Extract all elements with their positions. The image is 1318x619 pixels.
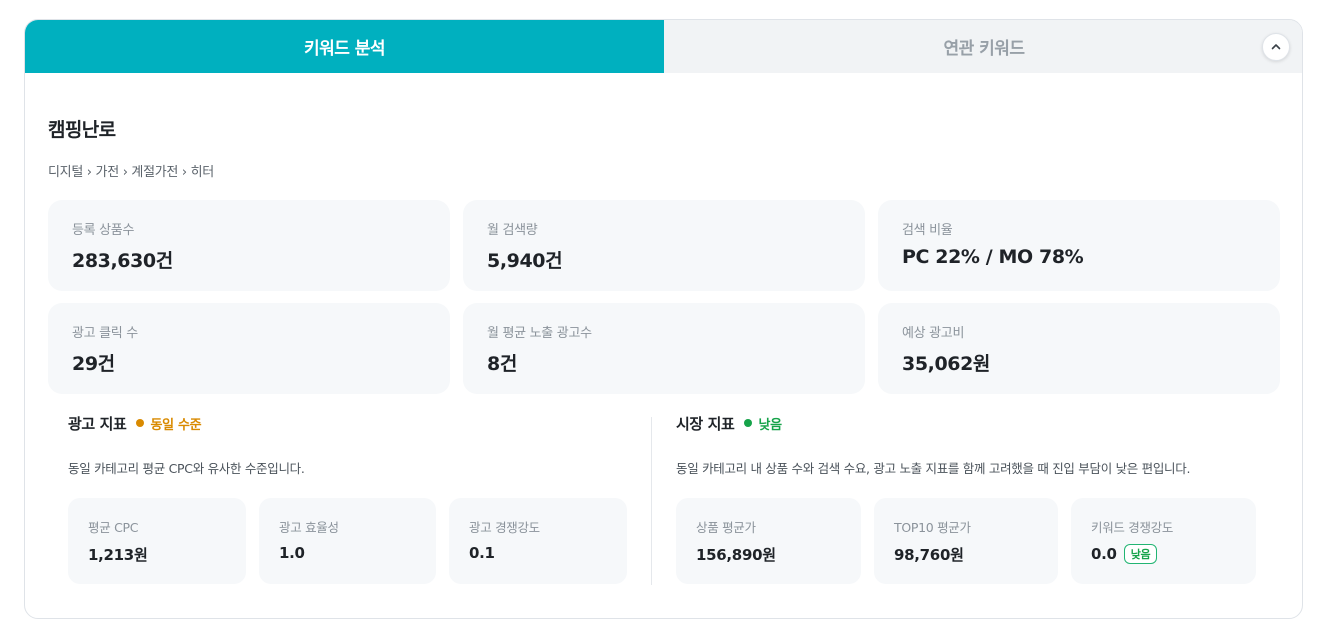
metric-value: 8건 [487, 353, 517, 375]
section-title: 광고 지표 [68, 414, 127, 433]
tab-bar: 키워드 분석 연관 키워드 [25, 20, 1302, 73]
metric-card-ad-clicks: 광고 클릭 수 29건 [48, 303, 450, 394]
ad-indicator-section: 광고 지표 동일 수준 동일 카테고리 평균 CPC와 유사한 수준입니다. 평… [68, 410, 648, 584]
section-title: 시장 지표 [676, 414, 735, 433]
metric-card-avg-ad-exposure: 월 평균 노출 광고수 8건 [463, 303, 865, 394]
keyword-title: 캠핑난로 [48, 119, 116, 141]
mini-label: TOP10 평균가 [894, 520, 971, 535]
collapse-button[interactable] [1262, 33, 1290, 61]
mini-label: 상품 평균가 [696, 520, 756, 535]
market-indicator-header: 시장 지표 낮음 [676, 410, 1276, 436]
mini-value-text: 0.0 [1091, 545, 1117, 563]
metric-label: 광고 클릭 수 [72, 326, 138, 341]
chevron-up-icon [1271, 44, 1281, 50]
mini-value: 0.1 [469, 544, 607, 562]
ad-indicator-cards: 평균 CPC 1,213원 광고 효율성 1.0 광고 경쟁강도 0.1 [68, 498, 627, 584]
metric-value: 29건 [72, 353, 115, 375]
category-breadcrumb: 디지털 › 가전 › 계절가전 › 히터 [48, 165, 214, 180]
mini-label: 평균 CPC [88, 520, 139, 535]
section-divider [651, 417, 652, 585]
metric-value: PC 22% / MO 78% [902, 246, 1084, 268]
market-indicator-cards: 상품 평균가 156,890원 TOP10 평균가 98,760원 키워드 경쟁… [676, 498, 1256, 584]
keyword-analysis-panel: 키워드 분석 연관 키워드 캠핑난로 디지털 › 가전 › 계절가전 › 히터 … [24, 19, 1303, 619]
metric-card-registered-products: 등록 상품수 283,630건 [48, 200, 450, 291]
status-badge: 동일 수준 [150, 417, 202, 433]
section-description: 동일 카테고리 평균 CPC와 유사한 수준입니다. [68, 461, 305, 476]
metric-card-search-ratio: 검색 비율 PC 22% / MO 78% [878, 200, 1280, 291]
metric-label: 월 검색량 [487, 223, 538, 238]
tab-related-keywords[interactable]: 연관 키워드 [664, 20, 1302, 73]
mini-value-text: 1,213원 [88, 546, 148, 564]
mini-value: 0.0 낮음 [1091, 544, 1236, 564]
metric-label: 검색 비율 [902, 223, 953, 238]
mini-label: 광고 효율성 [279, 520, 339, 535]
section-description: 동일 카테고리 내 상품 수와 검색 수요, 광고 노출 지표를 함께 고려했을… [676, 461, 1191, 476]
metric-value: 35,062원 [902, 353, 990, 375]
metric-card-estimated-ad-cost: 예상 광고비 35,062원 [878, 303, 1280, 394]
mini-card-avg-cpc: 평균 CPC 1,213원 [68, 498, 246, 584]
mini-card-top10-avg-price: TOP10 평균가 98,760원 [874, 498, 1058, 584]
status-dot-icon [136, 419, 145, 427]
mini-label: 광고 경쟁강도 [469, 520, 540, 535]
mini-value-text: 156,890원 [696, 546, 776, 564]
mini-value: 1,213원 [88, 544, 226, 565]
mini-card-ad-efficiency: 광고 효율성 1.0 [259, 498, 436, 584]
mini-label: 키워드 경쟁강도 [1091, 520, 1174, 535]
ad-indicator-header: 광고 지표 동일 수준 [68, 410, 648, 436]
competition-level-badge: 낮음 [1123, 544, 1158, 564]
mini-card-ad-competition: 광고 경쟁강도 0.1 [449, 498, 627, 584]
mini-value: 98,760원 [894, 544, 1038, 565]
metric-label: 월 평균 노출 광고수 [487, 326, 592, 341]
mini-value: 156,890원 [696, 544, 841, 565]
metric-grid: 등록 상품수 283,630건 월 검색량 5,940건 검색 비율 PC 22… [48, 200, 1280, 394]
tab-keyword-analysis[interactable]: 키워드 분석 [25, 20, 664, 73]
metric-label: 등록 상품수 [72, 223, 135, 238]
mini-value-text: 0.1 [469, 544, 495, 562]
mini-value-text: 98,760원 [894, 546, 964, 564]
status-dot-icon [744, 419, 753, 427]
mini-value: 1.0 [279, 544, 416, 562]
status-badge: 낮음 [758, 417, 782, 433]
metric-value: 283,630건 [72, 250, 173, 272]
mini-card-keyword-competition: 키워드 경쟁강도 0.0 낮음 [1071, 498, 1256, 584]
mini-card-avg-price: 상품 평균가 156,890원 [676, 498, 861, 584]
metric-card-monthly-searches: 월 검색량 5,940건 [463, 200, 865, 291]
metric-label: 예상 광고비 [902, 326, 965, 341]
market-indicator-section: 시장 지표 낮음 동일 카테고리 내 상품 수와 검색 수요, 광고 노출 지표… [676, 410, 1276, 584]
metric-value: 5,940건 [487, 250, 563, 272]
mini-value-text: 1.0 [279, 544, 305, 562]
